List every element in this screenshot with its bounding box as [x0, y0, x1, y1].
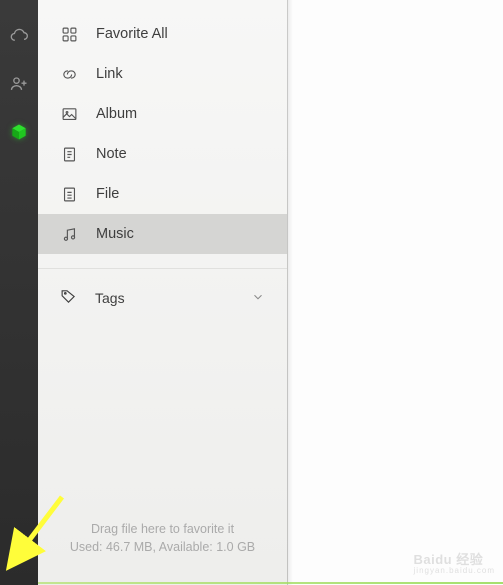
add-user-icon[interactable] [9, 74, 29, 94]
tag-icon [60, 288, 77, 308]
sidebar-item-label: Favorite All [96, 26, 168, 42]
sidebar-item-link[interactable]: Link [38, 54, 287, 94]
sidebar-item-tags[interactable]: Tags [38, 277, 287, 319]
drop-hint: Drag file here to favorite it [48, 520, 277, 539]
note-icon [60, 145, 78, 163]
storage-status: Used: 46.7 MB, Available: 1.0 GB [48, 538, 277, 557]
app-root: Favorite All Link Album Note [0, 0, 503, 585]
grid-icon [60, 25, 78, 43]
tags-label: Tags [95, 290, 125, 306]
main-content [288, 0, 503, 585]
link-icon [60, 65, 78, 83]
menu-icon[interactable] [9, 547, 29, 567]
category-sidebar: Favorite All Link Album Note [38, 0, 288, 585]
sidebar-item-label: Note [96, 146, 127, 162]
file-icon [60, 185, 78, 203]
sidebar-item-label: Music [96, 226, 134, 242]
sidebar-item-music[interactable]: Music [38, 214, 287, 254]
sidebar-item-label: File [96, 186, 119, 202]
sidebar-item-album[interactable]: Album [38, 94, 287, 134]
sidebar-item-note[interactable]: Note [38, 134, 287, 174]
image-icon [60, 105, 78, 123]
sidebar-item-file[interactable]: File [38, 174, 287, 214]
narrow-sidebar [0, 0, 38, 585]
cube-icon[interactable] [9, 122, 29, 142]
bottom-accent-line [38, 582, 503, 584]
category-menu: Favorite All Link Album Note [38, 0, 287, 319]
chevron-down-icon [251, 290, 265, 307]
cloud-icon[interactable] [9, 26, 29, 46]
sidebar-item-favorite-all[interactable]: Favorite All [38, 14, 287, 54]
drop-zone[interactable]: Drag file here to favorite it Used: 46.7… [38, 520, 287, 585]
sidebar-item-label: Album [96, 106, 137, 122]
music-icon [60, 225, 78, 243]
sidebar-divider [38, 268, 287, 269]
sidebar-item-label: Link [96, 66, 123, 82]
